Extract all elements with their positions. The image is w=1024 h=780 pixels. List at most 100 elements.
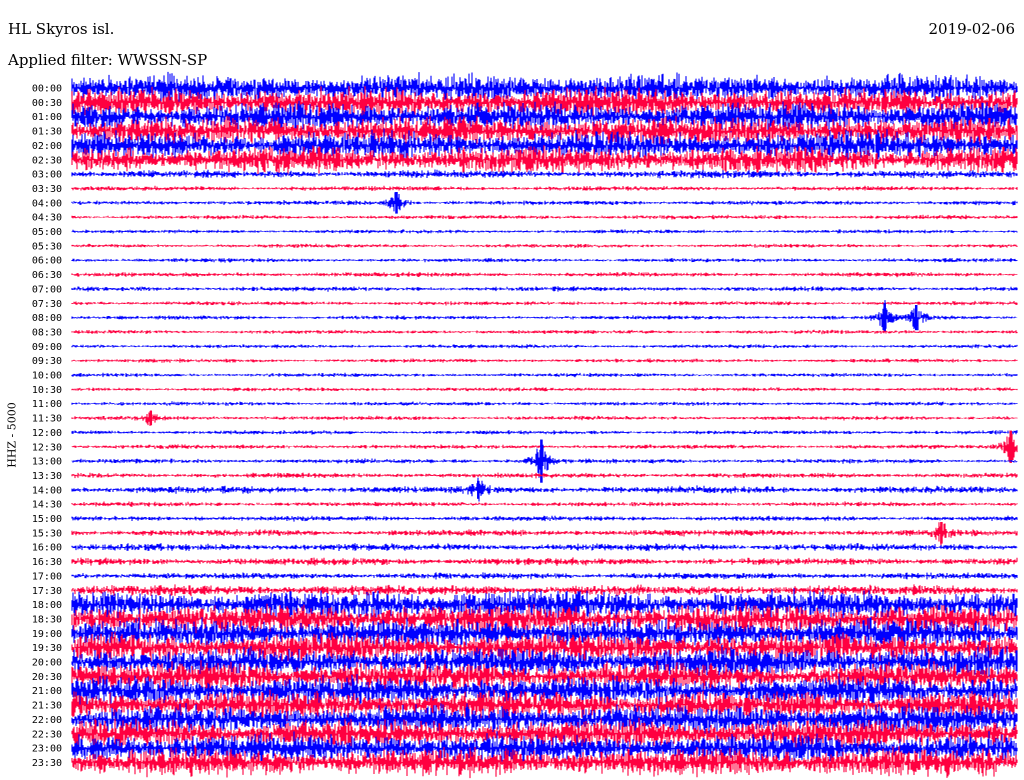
time-tick-label: 08:30: [32, 327, 62, 338]
time-tick-label: 12:00: [32, 428, 62, 439]
time-tick-label: 04:00: [32, 198, 62, 209]
seismic-trace: [71, 477, 1018, 502]
time-tick-label: 16:30: [32, 557, 62, 568]
time-tick-label: 22:00: [32, 715, 62, 726]
time-tick-label: 11:00: [32, 399, 62, 410]
time-tick-label: 21:00: [32, 686, 62, 697]
time-tick-label: 18:30: [32, 614, 62, 625]
time-tick-label: 05:30: [32, 241, 62, 252]
time-tick-label: 06:00: [32, 256, 62, 267]
trace-row: 07:00: [32, 284, 1018, 295]
time-tick-label: 05:00: [32, 227, 62, 238]
time-tick-label: 14:00: [32, 485, 62, 496]
time-tick-label: 03:30: [32, 184, 62, 195]
time-tick-label: 15:00: [32, 514, 62, 525]
time-tick-label: 20:00: [32, 658, 62, 669]
seismic-trace: [71, 522, 1018, 546]
time-tick-label: 00:00: [32, 84, 62, 95]
trace-row: 13:30: [32, 471, 1018, 482]
time-tick-label: 18:00: [32, 600, 62, 611]
trace-row: 12:00: [32, 428, 1018, 439]
time-tick-label: 11:30: [32, 414, 62, 425]
seismic-trace: [71, 271, 1018, 278]
seismic-trace: [71, 344, 1018, 349]
time-tick-label: 02:30: [32, 155, 62, 166]
trace-row: 14:00: [32, 477, 1018, 502]
time-tick-label: 14:30: [32, 500, 62, 511]
seismic-trace: [71, 286, 1018, 292]
time-tick-label: 13:30: [32, 471, 62, 482]
time-tick-label: 00:30: [32, 98, 62, 109]
time-tick-label: 21:30: [32, 701, 62, 712]
seismic-trace: [71, 229, 1018, 234]
trace-row: 10:30: [32, 385, 1018, 396]
time-tick-label: 09:30: [32, 356, 62, 367]
time-tick-label: 23:30: [32, 758, 62, 769]
seismic-trace: [71, 472, 1018, 479]
time-tick-label: 08:00: [32, 313, 62, 324]
trace-row: 03:30: [32, 184, 1018, 195]
seismic-trace: [71, 387, 1018, 392]
time-tick-label: 17:00: [32, 571, 62, 582]
trace-row: 11:00: [32, 399, 1018, 410]
trace-row: 04:30: [32, 213, 1018, 224]
seismic-trace: [71, 192, 1018, 212]
time-tick-label: 17:30: [32, 586, 62, 597]
time-tick-label: 13:00: [32, 457, 62, 468]
seismic-trace: [71, 300, 1018, 306]
trace-row: 16:00: [32, 543, 1018, 554]
seismic-trace: [71, 557, 1018, 566]
time-tick-label: 12:30: [32, 442, 62, 453]
trace-row: 14:30: [32, 500, 1018, 511]
time-tick-label: 15:30: [32, 528, 62, 539]
trace-row: 05:30: [32, 241, 1018, 252]
time-tick-label: 10:30: [32, 385, 62, 396]
trace-row: 09:00: [32, 342, 1018, 353]
seismic-trace: [71, 372, 1018, 378]
seismic-trace: [71, 243, 1018, 249]
time-tick-label: 02:00: [32, 141, 62, 152]
trace-row: 15:30: [32, 522, 1018, 546]
seismic-trace: [71, 169, 1018, 179]
trace-row: 09:30: [32, 356, 1018, 367]
time-tick-label: 01:30: [32, 127, 62, 138]
time-tick-label: 03:00: [32, 170, 62, 181]
trace-row: 08:00: [32, 300, 1018, 332]
time-tick-label: 19:00: [32, 629, 62, 640]
trace-row: 06:30: [32, 270, 1018, 281]
trace-row: 05:00: [32, 227, 1018, 238]
time-tick-label: 19:30: [32, 643, 62, 654]
time-tick-label: 01:00: [32, 112, 62, 123]
time-tick-label: 09:00: [32, 342, 62, 353]
trace-row: 10:00: [32, 371, 1018, 382]
seismic-trace: [71, 185, 1018, 191]
seismic-trace: [71, 515, 1018, 522]
trace-row: 15:00: [32, 514, 1018, 525]
seismic-trace: [71, 501, 1018, 507]
trace-row: 16:30: [32, 557, 1018, 568]
seismic-trace: [71, 300, 1018, 331]
trace-row: 04:00: [32, 192, 1018, 214]
seismic-trace: [71, 257, 1018, 263]
time-tick-label: 07:30: [32, 299, 62, 310]
seismic-trace: [71, 572, 1018, 580]
seismic-trace: [71, 401, 1018, 406]
time-tick-label: 04:30: [32, 213, 62, 224]
time-tick-label: 10:00: [32, 371, 62, 382]
trace-row: 17:00: [32, 571, 1018, 582]
trace-row: 11:30: [32, 410, 1018, 426]
trace-row: 12:30: [32, 430, 1018, 463]
trace-row: 07:30: [32, 299, 1018, 310]
time-tick-label: 07:00: [32, 284, 62, 295]
seismic-trace: [71, 584, 1018, 597]
time-tick-label: 16:00: [32, 543, 62, 554]
seismic-trace: [71, 214, 1018, 220]
trace-row: 03:00: [32, 169, 1018, 181]
time-tick-label: 23:00: [32, 744, 62, 755]
trace-row: 06:00: [32, 256, 1018, 267]
time-tick-label: 20:30: [32, 672, 62, 683]
seismic-trace: [71, 430, 1018, 435]
seismic-trace: [71, 543, 1018, 552]
seismic-trace: [71, 410, 1018, 426]
time-tick-label: 06:30: [32, 270, 62, 281]
